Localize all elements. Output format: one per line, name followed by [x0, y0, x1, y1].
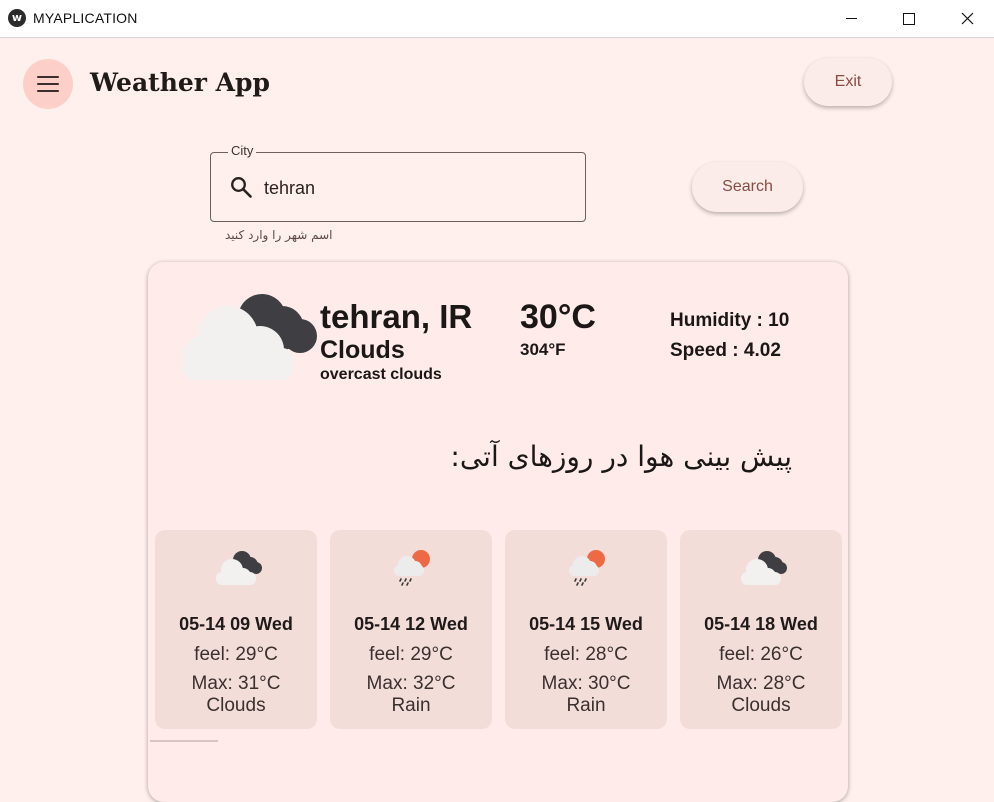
current-temp-fahrenheit: 304°F [520, 340, 566, 359]
forecast-condition: Rain [391, 695, 431, 716]
forecast-card: 05-14 15 Wed feel: 28°C Max: 30°C Rain [505, 530, 667, 729]
search-button[interactable]: Search [692, 162, 803, 212]
close-button[interactable] [938, 0, 994, 37]
forecast-feel: feel: 26°C [719, 644, 803, 665]
forecast-card: 05-14 18 Wed feel: 26°C Max: 28°C Clouds [680, 530, 842, 729]
forecast-condition: Clouds [731, 695, 791, 716]
close-icon [961, 12, 973, 25]
current-city: tehran, IR [320, 298, 473, 335]
current-description: overcast clouds [320, 366, 442, 383]
wind-speed-value: Speed : 4.02 [670, 340, 781, 361]
clouds-icon [216, 551, 262, 585]
humidity-value: Humidity : 10 [670, 310, 790, 331]
maximize-icon [903, 12, 915, 25]
overcast-clouds-icon [182, 294, 317, 380]
forecast-feel: feel: 29°C [194, 644, 278, 665]
forecast-condition: Clouds [206, 695, 266, 716]
forecast-max: Max: 30°C [541, 673, 631, 694]
clouds-icon [741, 551, 787, 585]
forecast-condition: Rain [566, 695, 606, 716]
forecast-date: 05-14 15 Wed [529, 614, 643, 634]
current-temp-celsius: 30°C [520, 298, 596, 336]
hamburger-menu-button[interactable] [23, 59, 73, 109]
scroll-indicator[interactable] [150, 740, 218, 742]
minimize-button[interactable] [822, 0, 880, 37]
exit-button[interactable]: Exit [804, 58, 892, 106]
forecast-feel: feel: 28°C [544, 644, 628, 665]
forecast-max: Max: 32°C [366, 673, 456, 694]
rain-sun-icon [394, 550, 430, 586]
city-input[interactable] [262, 170, 566, 206]
window-titlebar: w MYAPLICATION [0, 0, 994, 38]
kivy-logo-icon: w [8, 9, 26, 27]
maximize-button[interactable] [880, 0, 938, 37]
city-helper-text: اسم شهر را وارد کنید [225, 228, 333, 242]
menu-icon [37, 76, 59, 79]
forecast-title: پیش بینی هوا در روزهای آتی: [450, 440, 792, 473]
forecast-date: 05-14 18 Wed [704, 614, 818, 634]
forecast-max: Max: 28°C [716, 673, 806, 694]
minimize-icon [845, 18, 857, 19]
rain-sun-icon [569, 550, 605, 586]
forecast-feel: feel: 29°C [369, 644, 453, 665]
forecast-card: 05-14 09 Wed feel: 29°C Max: 31°C Clouds [155, 530, 317, 729]
window-title: MYAPLICATION [33, 10, 138, 26]
forecast-date: 05-14 09 Wed [179, 614, 293, 634]
current-condition: Clouds [320, 336, 405, 364]
search-icon [231, 177, 252, 198]
city-field-label: City [228, 143, 257, 158]
app-title: Weather App [90, 68, 271, 97]
forecast-card: 05-14 12 Wed feel: 29°C Max: 32°C Rain [330, 530, 492, 729]
forecast-max: Max: 31°C [191, 673, 281, 694]
forecast-date: 05-14 12 Wed [354, 614, 468, 634]
